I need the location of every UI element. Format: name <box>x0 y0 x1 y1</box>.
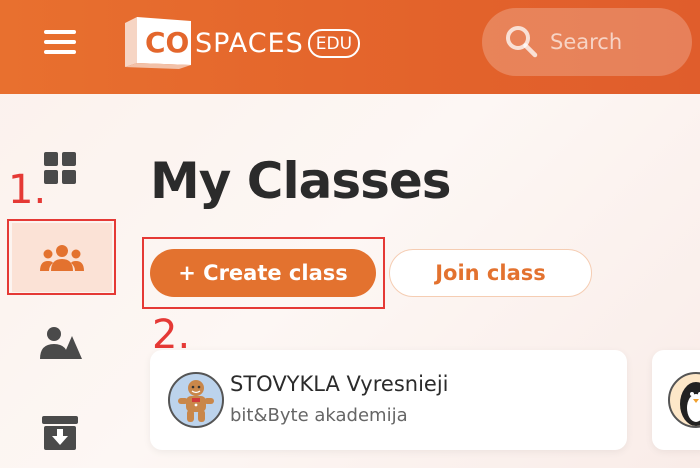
logo-co-text: CO <box>145 26 190 59</box>
page-title: My Classes <box>150 152 452 210</box>
people-nav-button[interactable] <box>40 326 82 360</box>
gingerbread-avatar <box>168 372 224 428</box>
archive-icon <box>42 416 78 450</box>
search-icon <box>502 22 542 62</box>
menu-icon[interactable] <box>44 30 76 54</box>
search-input[interactable]: Search <box>482 8 692 76</box>
grid-icon <box>44 152 76 184</box>
class-card[interactable] <box>652 350 700 450</box>
step1-highlight-box <box>7 219 116 295</box>
logo-cube: CO <box>123 15 193 69</box>
logo-spaces-text: SPACES <box>195 27 304 59</box>
class-subtitle: bit&Byte akademija <box>230 405 408 426</box>
search-placeholder: Search <box>550 30 623 54</box>
step2-label: 2. <box>152 312 191 358</box>
cospaces-logo[interactable]: CO SPACES EDU <box>123 14 361 70</box>
people-icon <box>40 327 82 359</box>
top-bar: CO SPACES EDU Search <box>0 0 700 94</box>
penguin-avatar <box>668 372 700 428</box>
class-card[interactable] <box>150 350 627 450</box>
create-class-button[interactable]: + Create class <box>150 249 376 297</box>
step1-label: 1. <box>8 167 47 213</box>
archive-nav-button[interactable] <box>42 416 78 450</box>
logo-edu-badge: EDU <box>307 28 361 58</box>
class-title: STOVYKLA Vyresnieji <box>230 372 449 396</box>
join-class-button[interactable]: Join class <box>389 249 592 297</box>
dashboard-nav-button[interactable] <box>44 152 76 184</box>
